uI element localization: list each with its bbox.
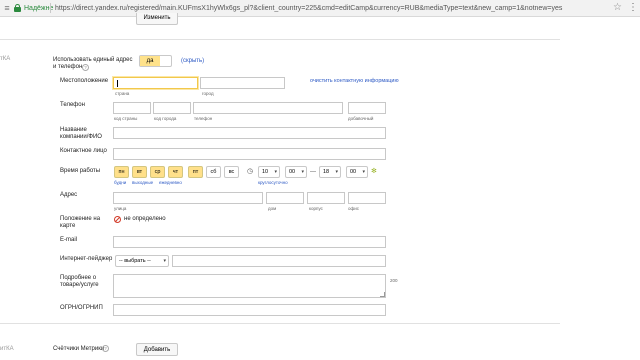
address-label: Адрес — [60, 192, 78, 198]
phone-label: Телефон — [60, 102, 85, 108]
help-icon[interactable]: ? — [102, 345, 109, 352]
details-counter: 200 — [390, 278, 398, 283]
map-position-label: Положение на — [60, 216, 101, 222]
map-position-label-2: карте — [60, 223, 76, 229]
ext-input[interactable] — [348, 102, 386, 114]
office-input[interactable] — [348, 192, 386, 204]
hide-link[interactable]: (скрыть) — [181, 58, 204, 65]
house-input[interactable] — [266, 192, 304, 204]
location-label: Местоположение — [60, 78, 109, 84]
url-separator — [50, 3, 51, 13]
email-input[interactable] — [113, 236, 386, 248]
country-code-input[interactable] — [113, 102, 151, 114]
section-side-label: тКА — [0, 56, 11, 62]
section-side-label: итКА — [0, 346, 14, 352]
country-code-hint: код страны — [114, 116, 138, 121]
work-time-label: Время работы — [60, 168, 101, 174]
lock-icon — [14, 4, 21, 12]
round-clock-link[interactable]: круглосуточно — [258, 180, 288, 185]
text-cursor — [117, 80, 118, 87]
street-hint: улица — [114, 206, 127, 211]
city-input[interactable] — [200, 77, 285, 89]
time-dash: — — [310, 169, 316, 175]
not-defined-icon — [114, 216, 121, 223]
day-sat[interactable]: сб — [206, 166, 221, 178]
messenger-type-select[interactable]: -- выбрать -- ▾ — [115, 255, 169, 267]
change-button[interactable]: Изменить — [136, 13, 178, 25]
contact-person-label: Контактное лицо — [60, 148, 107, 154]
day-fri[interactable]: пт — [188, 166, 203, 178]
ogrn-label: ОГРН/ОГРНИП — [60, 305, 103, 311]
section-divider — [0, 323, 560, 324]
browser-address-bar: ≡ Надёжне https://direct.yandex.ru/regis… — [0, 0, 640, 17]
page-menu-icon[interactable]: ≡ — [2, 3, 12, 13]
add-time-icon[interactable]: ✻ — [371, 167, 377, 176]
chevron-down-icon: ▾ — [301, 169, 304, 175]
clear-contact-info-link[interactable]: очистить контактную информацию — [310, 78, 399, 85]
messenger-type-value: -- выбрать -- — [119, 258, 151, 264]
resize-handle-icon[interactable] — [380, 292, 385, 297]
city-code-hint: код города — [154, 116, 177, 121]
unified-address-label: Использовать единый адрес — [53, 57, 133, 63]
url-field[interactable]: https://direct.yandex.ru/registered/main… — [55, 4, 562, 13]
from-minute-value: 00 — [289, 169, 296, 175]
ogrn-input[interactable] — [113, 304, 386, 316]
street-input[interactable] — [113, 192, 263, 204]
building-hint: корпус — [309, 206, 323, 211]
country-hint: страна — [115, 91, 130, 96]
from-minute-select[interactable]: 00 ▾ — [285, 166, 307, 178]
house-hint: дом — [268, 206, 277, 211]
bookmark-star-icon[interactable]: ☆ — [613, 3, 622, 13]
chevron-down-icon: ▾ — [362, 169, 365, 175]
help-icon[interactable]: ? — [82, 64, 89, 71]
to-hour-value: 18 — [323, 169, 330, 175]
chevron-down-icon: ▾ — [163, 258, 166, 264]
messenger-input[interactable] — [172, 255, 386, 267]
company-label: Название — [60, 127, 87, 133]
to-minute-value: 00 — [350, 169, 357, 175]
company-input[interactable] — [113, 127, 386, 139]
city-code-input[interactable] — [153, 102, 191, 114]
day-wed[interactable]: ср — [150, 166, 165, 178]
phone-input[interactable] — [193, 102, 343, 114]
metrika-label: Счётчики Метрики — [53, 346, 105, 352]
to-minute-select[interactable]: 00 ▾ — [346, 166, 368, 178]
building-input[interactable] — [307, 192, 345, 204]
messenger-label: Интернет-пейджер — [60, 256, 113, 262]
unified-address-toggle[interactable]: да — [139, 55, 172, 67]
to-hour-select[interactable]: 18 ▾ — [319, 166, 341, 178]
phone-hint: телефон — [194, 116, 213, 121]
details-label: Подробнее о — [60, 275, 97, 281]
add-metrika-button[interactable]: Добавить — [136, 343, 178, 356]
from-hour-select[interactable]: 10 ▾ — [258, 166, 280, 178]
map-position-value: не определено — [124, 216, 166, 222]
days-off-link[interactable]: выходные — [132, 180, 153, 185]
day-mon[interactable]: пн — [114, 166, 129, 178]
email-label: E-mail — [60, 237, 78, 243]
day-thu[interactable]: чт — [168, 166, 183, 178]
details-textarea[interactable] — [113, 274, 386, 298]
company-label-2: компании/ФИО — [60, 134, 102, 140]
clock-icon: ◷ — [247, 168, 254, 175]
chevron-down-icon: ▾ — [274, 169, 277, 175]
section-divider — [0, 39, 560, 40]
daily-link[interactable]: ежедневно — [159, 180, 182, 185]
weekdays-link[interactable]: будни — [114, 180, 126, 185]
day-tue[interactable]: вт — [132, 166, 147, 178]
secure-label: Надёжне — [24, 5, 54, 12]
ext-hint: добавочный — [348, 116, 374, 121]
country-input[interactable] — [113, 77, 198, 89]
chevron-down-icon: ▾ — [335, 169, 338, 175]
from-hour-value: 10 — [262, 169, 269, 175]
office-hint: офис — [348, 206, 359, 211]
toggle-yes[interactable]: да — [140, 56, 160, 66]
contact-person-input[interactable] — [113, 148, 386, 160]
unified-address-label-2: и телефон — [53, 64, 83, 70]
day-sun[interactable]: вс — [224, 166, 239, 178]
details-label-2: товаре/услуге — [60, 282, 99, 288]
city-hint: город — [202, 91, 214, 96]
browser-menu-icon[interactable]: ⋮ — [628, 3, 638, 13]
